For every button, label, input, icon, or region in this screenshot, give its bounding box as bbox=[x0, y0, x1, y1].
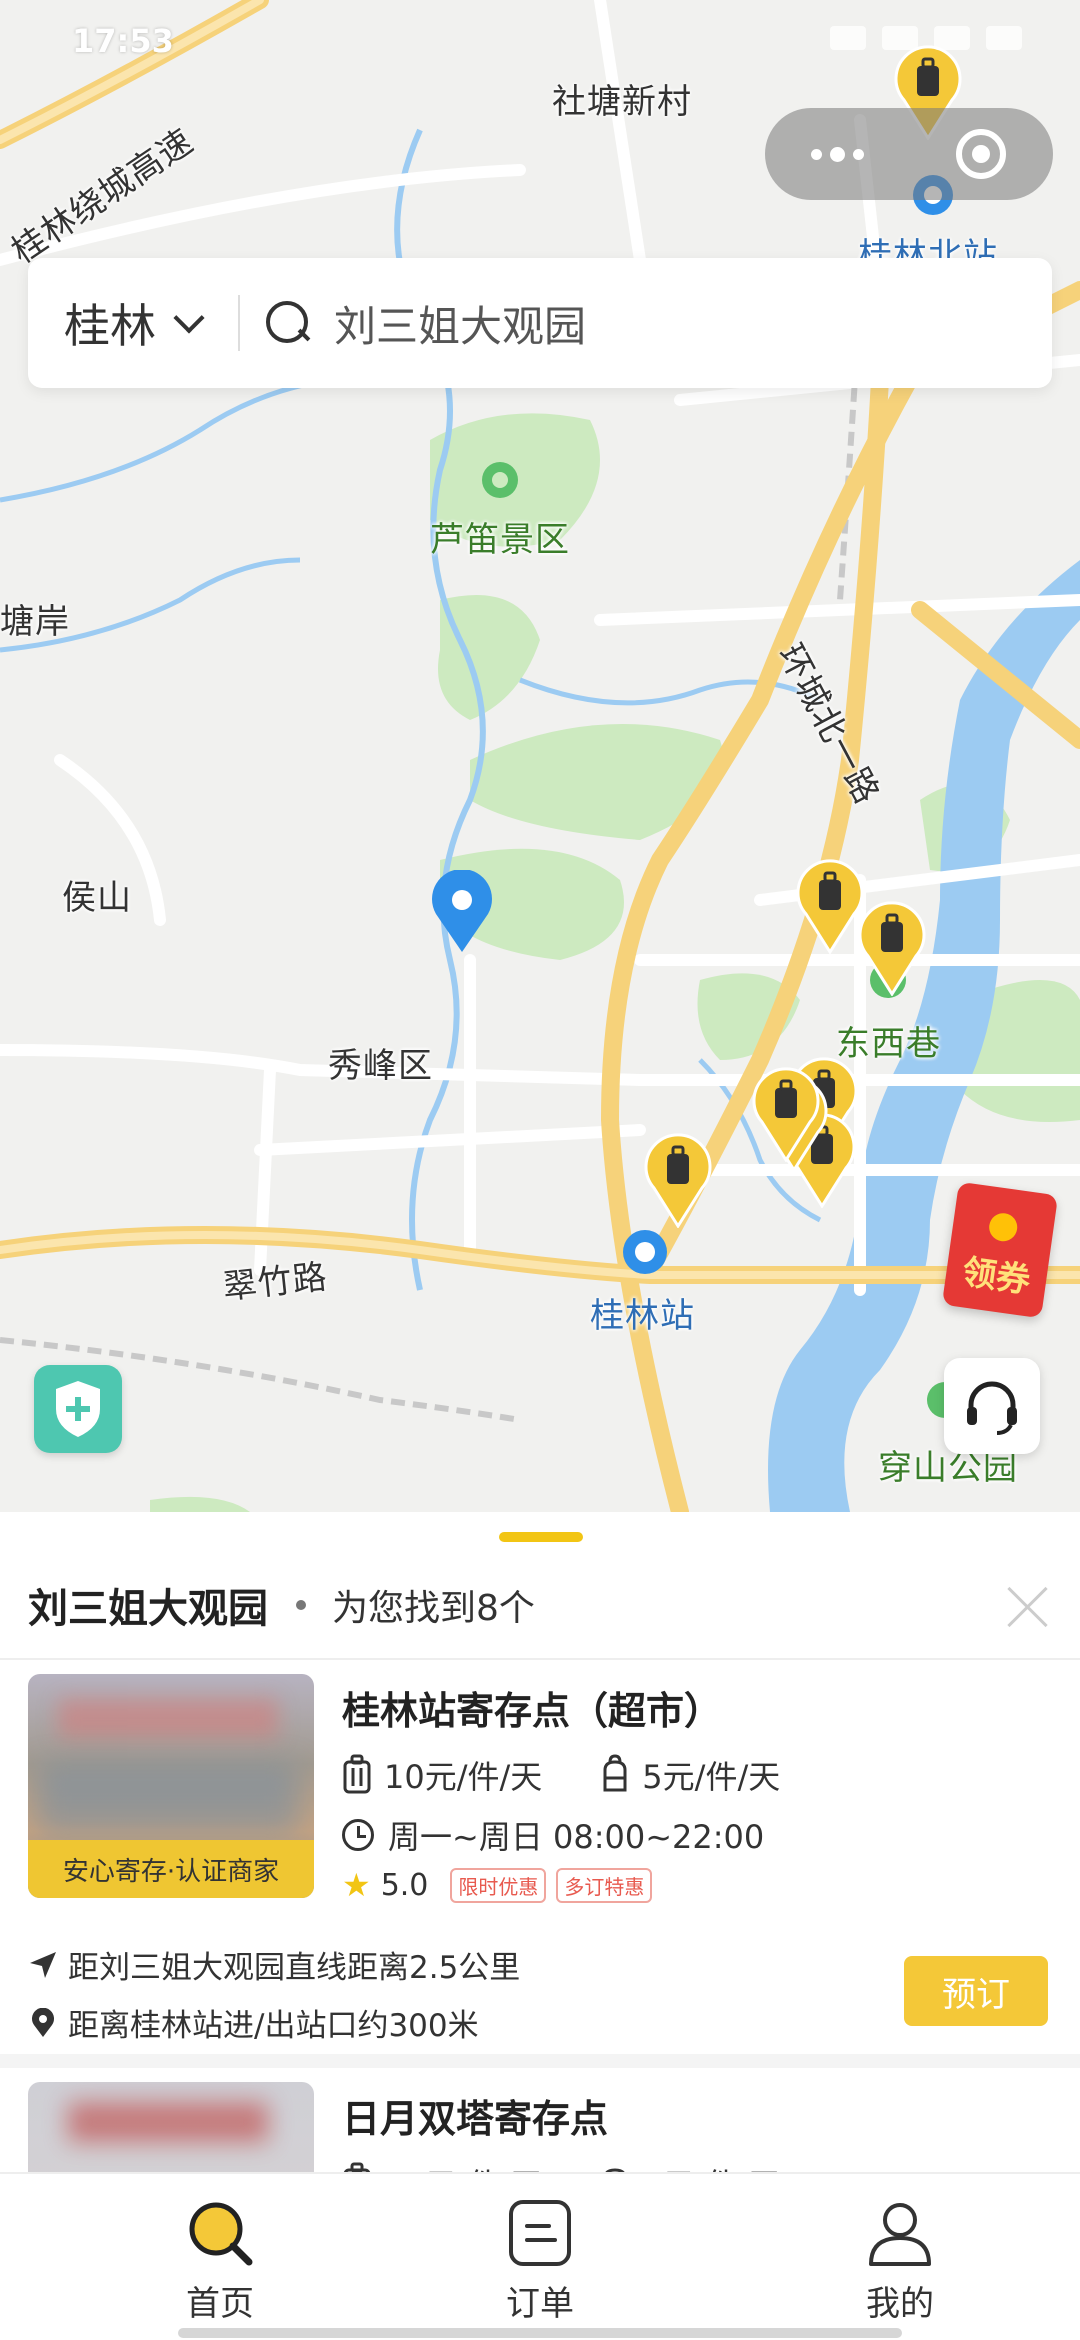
star-icon: ★ bbox=[342, 1866, 371, 1904]
luggage-pin-icon[interactable] bbox=[796, 858, 864, 954]
separator-dot bbox=[296, 1600, 306, 1610]
store-name[interactable]: 桂林站寄存点（超市） bbox=[342, 1680, 722, 1735]
rating-score: 5.0 bbox=[380, 1867, 429, 1903]
price-large-luggage: 10元/件/天 bbox=[384, 2160, 542, 2172]
map-view[interactable]: 社塘新村 桂林北站 桂林绕城高速 芦笛景区 塘岸 环城北一路 侯山 秀峰区 东西… bbox=[0, 0, 1080, 1512]
chevron-down-icon bbox=[173, 302, 205, 334]
divider bbox=[0, 2054, 1080, 2068]
app-root: 社塘新村 桂林北站 桂林绕城高速 芦笛景区 塘岸 环城北一路 侯山 秀峰区 东西… bbox=[0, 0, 1080, 2340]
map-base-layer bbox=[0, 0, 1080, 1512]
coupon-icon bbox=[987, 1211, 1020, 1244]
search-bar: 桂林 刘三姐大观园 bbox=[28, 258, 1052, 388]
price-row: 10元/件/天 5元/件/天 bbox=[342, 2160, 780, 2172]
headset-icon bbox=[967, 1381, 1017, 1435]
map-label-tangan: 塘岸 bbox=[0, 602, 70, 642]
city-selector[interactable]: 桂林 bbox=[28, 258, 238, 388]
suitcase-icon bbox=[343, 2162, 371, 2172]
search-query: 刘三姐大观园 bbox=[334, 301, 587, 351]
search-icon bbox=[266, 301, 310, 345]
promo-tag: 限时优惠 bbox=[450, 1867, 547, 1903]
tab-profile[interactable]: 我的 bbox=[820, 2198, 980, 2325]
map-label-houshan: 侯山 bbox=[62, 878, 132, 918]
map-label-ludi-scenic: 芦笛景区 bbox=[430, 520, 570, 560]
promo-tag: 多订特惠 bbox=[556, 1867, 653, 1903]
location-marker-icon bbox=[32, 2007, 54, 2037]
map-label-xiufeng: 秀峰区 bbox=[328, 1046, 433, 1086]
home-indicator[interactable] bbox=[178, 2328, 902, 2338]
backpack-icon bbox=[605, 2168, 625, 2172]
bottom-tab-bar: 首页 订单 我的 bbox=[0, 2172, 1080, 2340]
target-close-icon[interactable] bbox=[909, 108, 1053, 200]
clock-icon bbox=[342, 1819, 374, 1851]
backpack-icon bbox=[603, 1754, 627, 1792]
results-count: 为您找到8个 bbox=[332, 1588, 535, 1629]
miniprogram-capsule bbox=[765, 108, 1053, 200]
customer-service-button[interactable] bbox=[944, 1358, 1040, 1454]
station-distance-row: 距离桂林站进/出站口约300米 bbox=[28, 2000, 479, 2045]
map-label-guilin-station: 桂林站 bbox=[590, 1296, 695, 1336]
status-icons bbox=[830, 26, 1022, 50]
station-distance: 距离桂林站进/出站口约300米 bbox=[68, 2008, 479, 2044]
tab-home[interactable]: 首页 bbox=[140, 2198, 300, 2325]
rating-row: ★ 5.0 限时优惠 多订特惠 bbox=[342, 1866, 653, 1904]
shield-plus-icon bbox=[56, 1381, 100, 1437]
safety-shield-button[interactable] bbox=[34, 1365, 122, 1453]
straight-distance: 距刘三姐大观园直线距离2.5公里 bbox=[68, 1950, 521, 1986]
status-time: 17:53 bbox=[72, 22, 174, 60]
coupon-label: 领券 bbox=[959, 1252, 1033, 1302]
tab-label: 订单 bbox=[506, 2284, 574, 2324]
opening-hours: 周一~周日 08:00~22:00 bbox=[388, 1818, 765, 1856]
suitcase-icon bbox=[343, 1754, 371, 1794]
home-search-icon bbox=[189, 2202, 253, 2266]
order-icon bbox=[509, 2200, 571, 2266]
search-input[interactable]: 刘三姐大观园 bbox=[240, 258, 1052, 388]
price-small-luggage: 5元/件/天 bbox=[642, 1758, 781, 1796]
status-bar: 17:53 bbox=[0, 0, 1080, 90]
luggage-pin-icon[interactable] bbox=[858, 900, 926, 996]
store-photo[interactable] bbox=[28, 2082, 314, 2172]
store-photo[interactable]: 安心寄存·认证商家 bbox=[28, 1674, 314, 1898]
price-small-luggage: 5元/件/天 bbox=[642, 2160, 780, 2172]
certified-badge: 安心寄存·认证商家 bbox=[28, 1840, 314, 1898]
location-pin-icon bbox=[432, 870, 492, 952]
distance-row: 距刘三姐大观园直线距离2.5公里 bbox=[28, 1942, 520, 1987]
close-icon[interactable] bbox=[1006, 1584, 1050, 1628]
luggage-pin-icon[interactable] bbox=[644, 1132, 712, 1228]
results-sheet: 刘三姐大观园 为您找到8个 安心寄存·认证商家 桂林站寄存点（超市） 10元/件… bbox=[0, 1512, 1080, 2172]
results-keyword: 刘三姐大观园 bbox=[28, 1586, 268, 1632]
tab-label: 首页 bbox=[186, 2284, 254, 2324]
more-dots-icon[interactable] bbox=[765, 108, 909, 200]
drag-handle[interactable] bbox=[499, 1532, 583, 1542]
results-header: 刘三姐大观园 为您找到8个 bbox=[0, 1552, 1080, 1660]
navigation-arrow-icon bbox=[30, 1951, 56, 1978]
city-name: 桂林 bbox=[64, 299, 156, 353]
tab-orders[interactable]: 订单 bbox=[460, 2198, 620, 2325]
book-button[interactable]: 预订 bbox=[904, 1956, 1048, 2026]
coupon-red-envelope[interactable]: 领券 bbox=[941, 1181, 1059, 1319]
tab-label: 我的 bbox=[866, 2284, 934, 2324]
profile-icon bbox=[869, 2203, 931, 2266]
luggage-pin-icon[interactable] bbox=[752, 1066, 820, 1162]
store-name[interactable]: 日月双塔寄存点 bbox=[342, 2088, 608, 2143]
price-row: 10元/件/天 5元/件/天 bbox=[342, 1752, 780, 1798]
hours-row: 周一~周日 08:00~22:00 bbox=[342, 1812, 764, 1858]
price-large-luggage: 10元/件/天 bbox=[384, 1758, 543, 1796]
